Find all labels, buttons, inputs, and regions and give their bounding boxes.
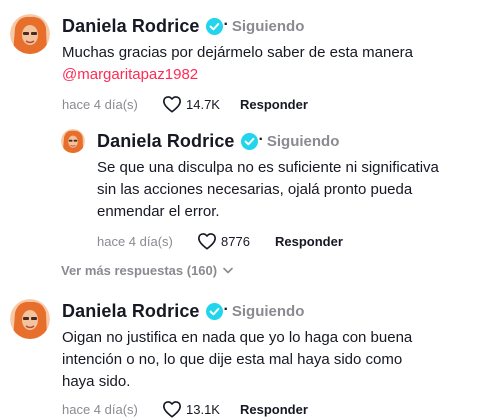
heart-outline-icon — [163, 401, 181, 418]
following-label[interactable]: Siguiendo — [232, 18, 305, 35]
like-button[interactable]: 13.1K — [162, 400, 240, 418]
view-more-replies-label: Ver más respuestas (160) — [61, 263, 218, 278]
comment-text: Oigan no justifica en nada que yo lo hag… — [62, 327, 412, 393]
separator-dot: · — [258, 131, 264, 148]
chevron-down-icon — [223, 267, 233, 274]
username[interactable]: Daniela Rodrice — [62, 301, 200, 322]
comment: Daniela Rodrice · Siguiendo Oigan no jus… — [10, 299, 412, 419]
comment-text-line: Se que una disculpa no es suficiente ni … — [97, 159, 439, 176]
comment-text-line: intención o no, lo que dije esta mal hay… — [62, 351, 403, 368]
like-count: 13.1K — [186, 401, 220, 417]
reply-button[interactable]: Responder — [240, 402, 308, 417]
username[interactable]: Daniela Rodrice — [62, 16, 200, 37]
username[interactable]: Daniela Rodrice — [97, 131, 235, 152]
timestamp: hace 4 día(s) — [62, 401, 138, 417]
following-label[interactable]: Siguiendo — [267, 133, 340, 150]
following-label[interactable]: Siguiendo — [232, 303, 305, 320]
comment-text: Se que una disculpa no es suficiente ni … — [97, 157, 439, 223]
like-count: 14.7K — [186, 96, 220, 112]
timestamp: hace 4 día(s) — [62, 96, 138, 112]
separator-dot: · — [223, 16, 229, 33]
reply-button[interactable]: Responder — [240, 97, 308, 112]
verified-check-icon — [240, 132, 258, 150]
comment-text: Muchas gracias por dejármelo saber de es… — [62, 44, 414, 61]
reply-button[interactable]: Responder — [275, 234, 343, 249]
like-count: 8776 — [221, 233, 250, 249]
view-more-replies-button[interactable]: Ver más respuestas (160) — [61, 263, 233, 278]
comment-text-line: Oigan no justifica en nada que yo lo hag… — [62, 329, 413, 346]
verified-check-icon — [205, 17, 223, 35]
avatar[interactable] — [10, 299, 50, 339]
mention-link[interactable]: @margaritapaz1982 — [62, 64, 413, 86]
like-button[interactable]: 14.7K — [162, 95, 240, 113]
heart-outline-icon — [163, 96, 181, 113]
separator-dot: · — [223, 301, 229, 318]
reply-comment: Daniela Rodrice · Siguiendo Se que una d… — [61, 129, 439, 251]
comment-text-line: haya sido. — [62, 373, 131, 390]
comment: Daniela Rodrice · Siguiendo Muchas graci… — [10, 14, 413, 114]
comment-text-line: enmendar el error. — [97, 203, 220, 220]
like-button[interactable]: 8776 — [197, 232, 275, 250]
comment-text-line: sin las acciones necesarias, ojalá pront… — [97, 181, 413, 198]
avatar[interactable] — [61, 129, 85, 153]
avatar[interactable] — [10, 14, 50, 54]
verified-check-icon — [205, 302, 223, 320]
heart-outline-icon — [198, 233, 216, 250]
timestamp: hace 4 día(s) — [97, 233, 173, 249]
